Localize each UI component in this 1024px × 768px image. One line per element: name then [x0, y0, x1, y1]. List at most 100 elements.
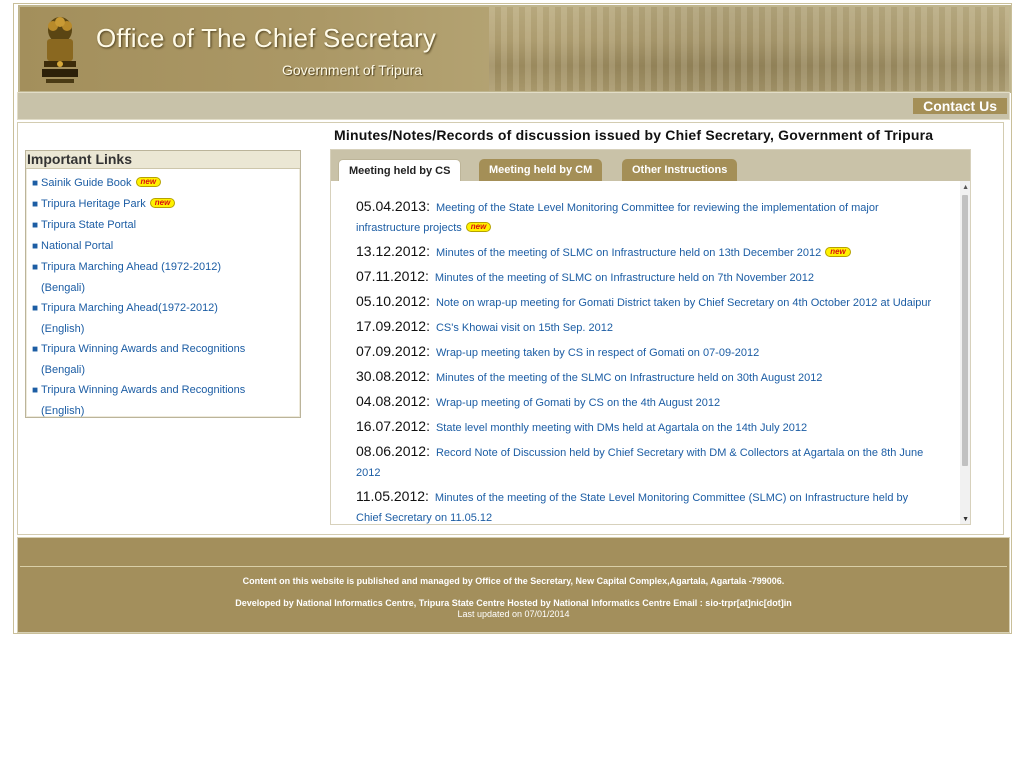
entry-separator: :	[426, 243, 430, 259]
minutes-entry: 05.04.2013: Meeting of the State Level Mo…	[356, 196, 936, 238]
scrollbar-thumb[interactable]	[962, 195, 968, 466]
entry-date: 13.12.2012	[356, 243, 427, 259]
entry-separator: :	[426, 368, 430, 384]
entry-separator: :	[426, 293, 430, 309]
minutes-entry: 07.09.2012: Wrap-up meeting taken by CS i…	[356, 341, 936, 363]
tab-meeting-held-by-cs[interactable]: Meeting held by CS	[338, 159, 462, 182]
sidebar-link[interactable]: Sainik Guide Book	[41, 177, 132, 189]
entry-date: 05.10.2012	[356, 293, 427, 309]
sidebar-link-continuation[interactable]: (English)	[32, 401, 300, 421]
entry-link[interactable]: Wrap-up meeting of Gomati by CS on the 4…	[436, 397, 720, 409]
entry-link[interactable]: Minutes of the meeting of the SLMC on In…	[436, 372, 822, 384]
entry-separator: :	[426, 318, 430, 334]
entry-link[interactable]: Minutes of the meeting of SLMC on Infras…	[435, 272, 814, 284]
tab-other-instructions[interactable]: Other Instructions	[622, 159, 738, 181]
entry-link[interactable]: Record Note of Discussion held by Chief …	[356, 447, 923, 479]
scroll-down-icon[interactable]: ▼	[962, 516, 969, 523]
secretariat-photo	[489, 7, 1009, 91]
entry-link[interactable]: Wrap-up meeting taken by CS in respect o…	[436, 347, 759, 359]
new-badge-icon: new	[135, 177, 162, 187]
sidebar-link[interactable]: Tripura Heritage Park	[41, 198, 146, 210]
minutes-entry: 13.12.2012: Minutes of the meeting of SLM…	[356, 241, 936, 263]
entry-separator: :	[426, 393, 430, 409]
entry-separator: :	[426, 443, 430, 459]
square-bullet-icon: ■	[32, 199, 39, 210]
entry-link[interactable]: Meeting of the State Level Monitoring Co…	[356, 202, 879, 234]
contact-us-link[interactable]: Contact Us	[913, 98, 1007, 114]
sidebar-link-item[interactable]: ■ Sainik Guide Book new	[32, 173, 300, 194]
square-bullet-icon: ■	[32, 262, 39, 273]
entry-date: 07.09.2012	[356, 343, 427, 359]
entry-date: 07.11.2012	[356, 268, 426, 284]
main-content: Minutes/Notes/Records of discussion issu…	[17, 122, 1004, 535]
sidebar-link-item[interactable]: ■ Tripura Winning Awards and Recognitions…	[32, 380, 300, 421]
entry-link[interactable]: Minutes of the meeting of the State Leve…	[356, 492, 908, 524]
entry-link[interactable]: Note on wrap-up meeting for Gomati Distr…	[436, 297, 931, 309]
minutes-entry: 16.07.2012: State level monthly meeting w…	[356, 416, 936, 438]
state-emblem-icon	[42, 17, 78, 83]
nav-bar: Contact Us	[17, 92, 1010, 120]
footer-developer-text: Developed by National Informatics Centre…	[235, 598, 792, 608]
minutes-entry: 07.11.2012: Minutes of the meeting of SLM…	[356, 266, 936, 288]
footer-last-updated: Last updated on 07/01/2014	[457, 609, 570, 619]
entry-separator: :	[425, 268, 429, 284]
minutes-list-pane: 05.04.2013: Meeting of the State Level Mo…	[331, 181, 970, 524]
minutes-entry: 11.05.2012: Minutes of the meeting of the…	[356, 486, 936, 524]
sidebar-link[interactable]: Tripura Winning Awards and Recognitions	[41, 384, 245, 396]
sidebar-link-continuation[interactable]: (Bengali)	[32, 360, 300, 380]
sidebar-link-item[interactable]: ■ Tripura Marching Ahead (1972-2012) (Beng…	[32, 257, 300, 298]
sidebar-link[interactable]: National Portal	[41, 240, 113, 252]
sidebar-link-item[interactable]: ■ Tripura Heritage Park new	[32, 194, 300, 215]
footer-divider	[20, 566, 1007, 567]
square-bullet-icon: ■	[32, 220, 39, 231]
entry-date: 08.06.2012	[356, 443, 427, 459]
footer: Content on this website is published and…	[17, 537, 1010, 633]
square-bullet-icon: ■	[32, 178, 39, 189]
square-bullet-icon: ■	[32, 344, 39, 355]
minutes-entry: 05.10.2012: Note on wrap-up meeting for G…	[356, 291, 936, 313]
new-badge-icon: new	[149, 198, 176, 208]
entry-date: 11.05.2012	[356, 488, 426, 504]
square-bullet-icon: ■	[32, 241, 39, 252]
sidebar-link-item[interactable]: ■ Tripura Marching Ahead(1972-2012) (Engli…	[32, 298, 300, 339]
sidebar-link-item[interactable]: ■ National Portal	[32, 236, 300, 257]
minutes-list: 05.04.2013: Meeting of the State Level Mo…	[356, 196, 936, 524]
sidebar-link[interactable]: Tripura Winning Awards and Recognitions	[41, 343, 245, 355]
sidebar-link[interactable]: Tripura State Portal	[41, 219, 136, 231]
minutes-entry: 04.08.2012: Wrap-up meeting of Gomati by …	[356, 391, 936, 413]
important-links-panel: Important Links ■ Sainik Guide Book new ■ Tr…	[25, 150, 301, 418]
minutes-entry: 08.06.2012: Record Note of Discussion hel…	[356, 441, 936, 483]
sidebar-link-continuation[interactable]: (English)	[32, 319, 300, 339]
entry-link[interactable]: CS's Khowai visit on 15th Sep. 2012	[436, 322, 613, 334]
entry-link[interactable]: Minutes of the meeting of SLMC on Infras…	[436, 247, 821, 259]
minutes-entry: 30.08.2012: Minutes of the meeting of the…	[356, 366, 936, 388]
entry-separator: :	[425, 488, 429, 504]
square-bullet-icon: ■	[32, 385, 39, 396]
new-badge-icon: new	[825, 247, 851, 257]
entry-date: 04.08.2012	[356, 393, 427, 409]
scroll-up-icon[interactable]: ▲	[962, 184, 969, 191]
page-title: Minutes/Notes/Records of discussion issu…	[334, 127, 934, 143]
tab-meeting-held-by-cm[interactable]: Meeting held by CM	[479, 159, 603, 181]
entry-separator: :	[426, 198, 430, 214]
sidebar-link-item[interactable]: ■ Tripura Winning Awards and Recognitions…	[32, 339, 300, 380]
sidebar-link[interactable]: Tripura Marching Ahead(1972-2012)	[41, 302, 218, 314]
important-links-list: ■ Sainik Guide Book new ■ Tripura Heritage P…	[26, 169, 300, 421]
list-scrollbar[interactable]: ▲ ▼	[960, 181, 970, 524]
site-title: Office of The Chief Secretary	[96, 23, 437, 53]
square-bullet-icon: ■	[32, 303, 39, 314]
minutes-tab-panel: Meeting held by CS Meeting held by CM Ot…	[330, 149, 971, 525]
page-frame: Office of The Chief Secretary Government…	[13, 3, 1012, 634]
sidebar-link-continuation[interactable]: (Bengali)	[32, 278, 300, 298]
sidebar-link[interactable]: Tripura Marching Ahead (1972-2012)	[41, 261, 221, 273]
footer-publisher-text: Content on this website is published and…	[242, 576, 785, 586]
entry-date: 05.04.2013	[356, 198, 427, 214]
entry-date: 16.07.2012	[356, 418, 427, 434]
entry-link[interactable]: State level monthly meeting with DMs hel…	[436, 422, 807, 434]
entry-separator: :	[426, 343, 430, 359]
entry-separator: :	[426, 418, 430, 434]
important-links-heading: Important Links	[26, 151, 300, 169]
entry-date: 17.09.2012	[356, 318, 427, 334]
sidebar-link-item[interactable]: ■ Tripura State Portal	[32, 215, 300, 236]
header-banner: Office of The Chief Secretary Government…	[18, 5, 1011, 93]
